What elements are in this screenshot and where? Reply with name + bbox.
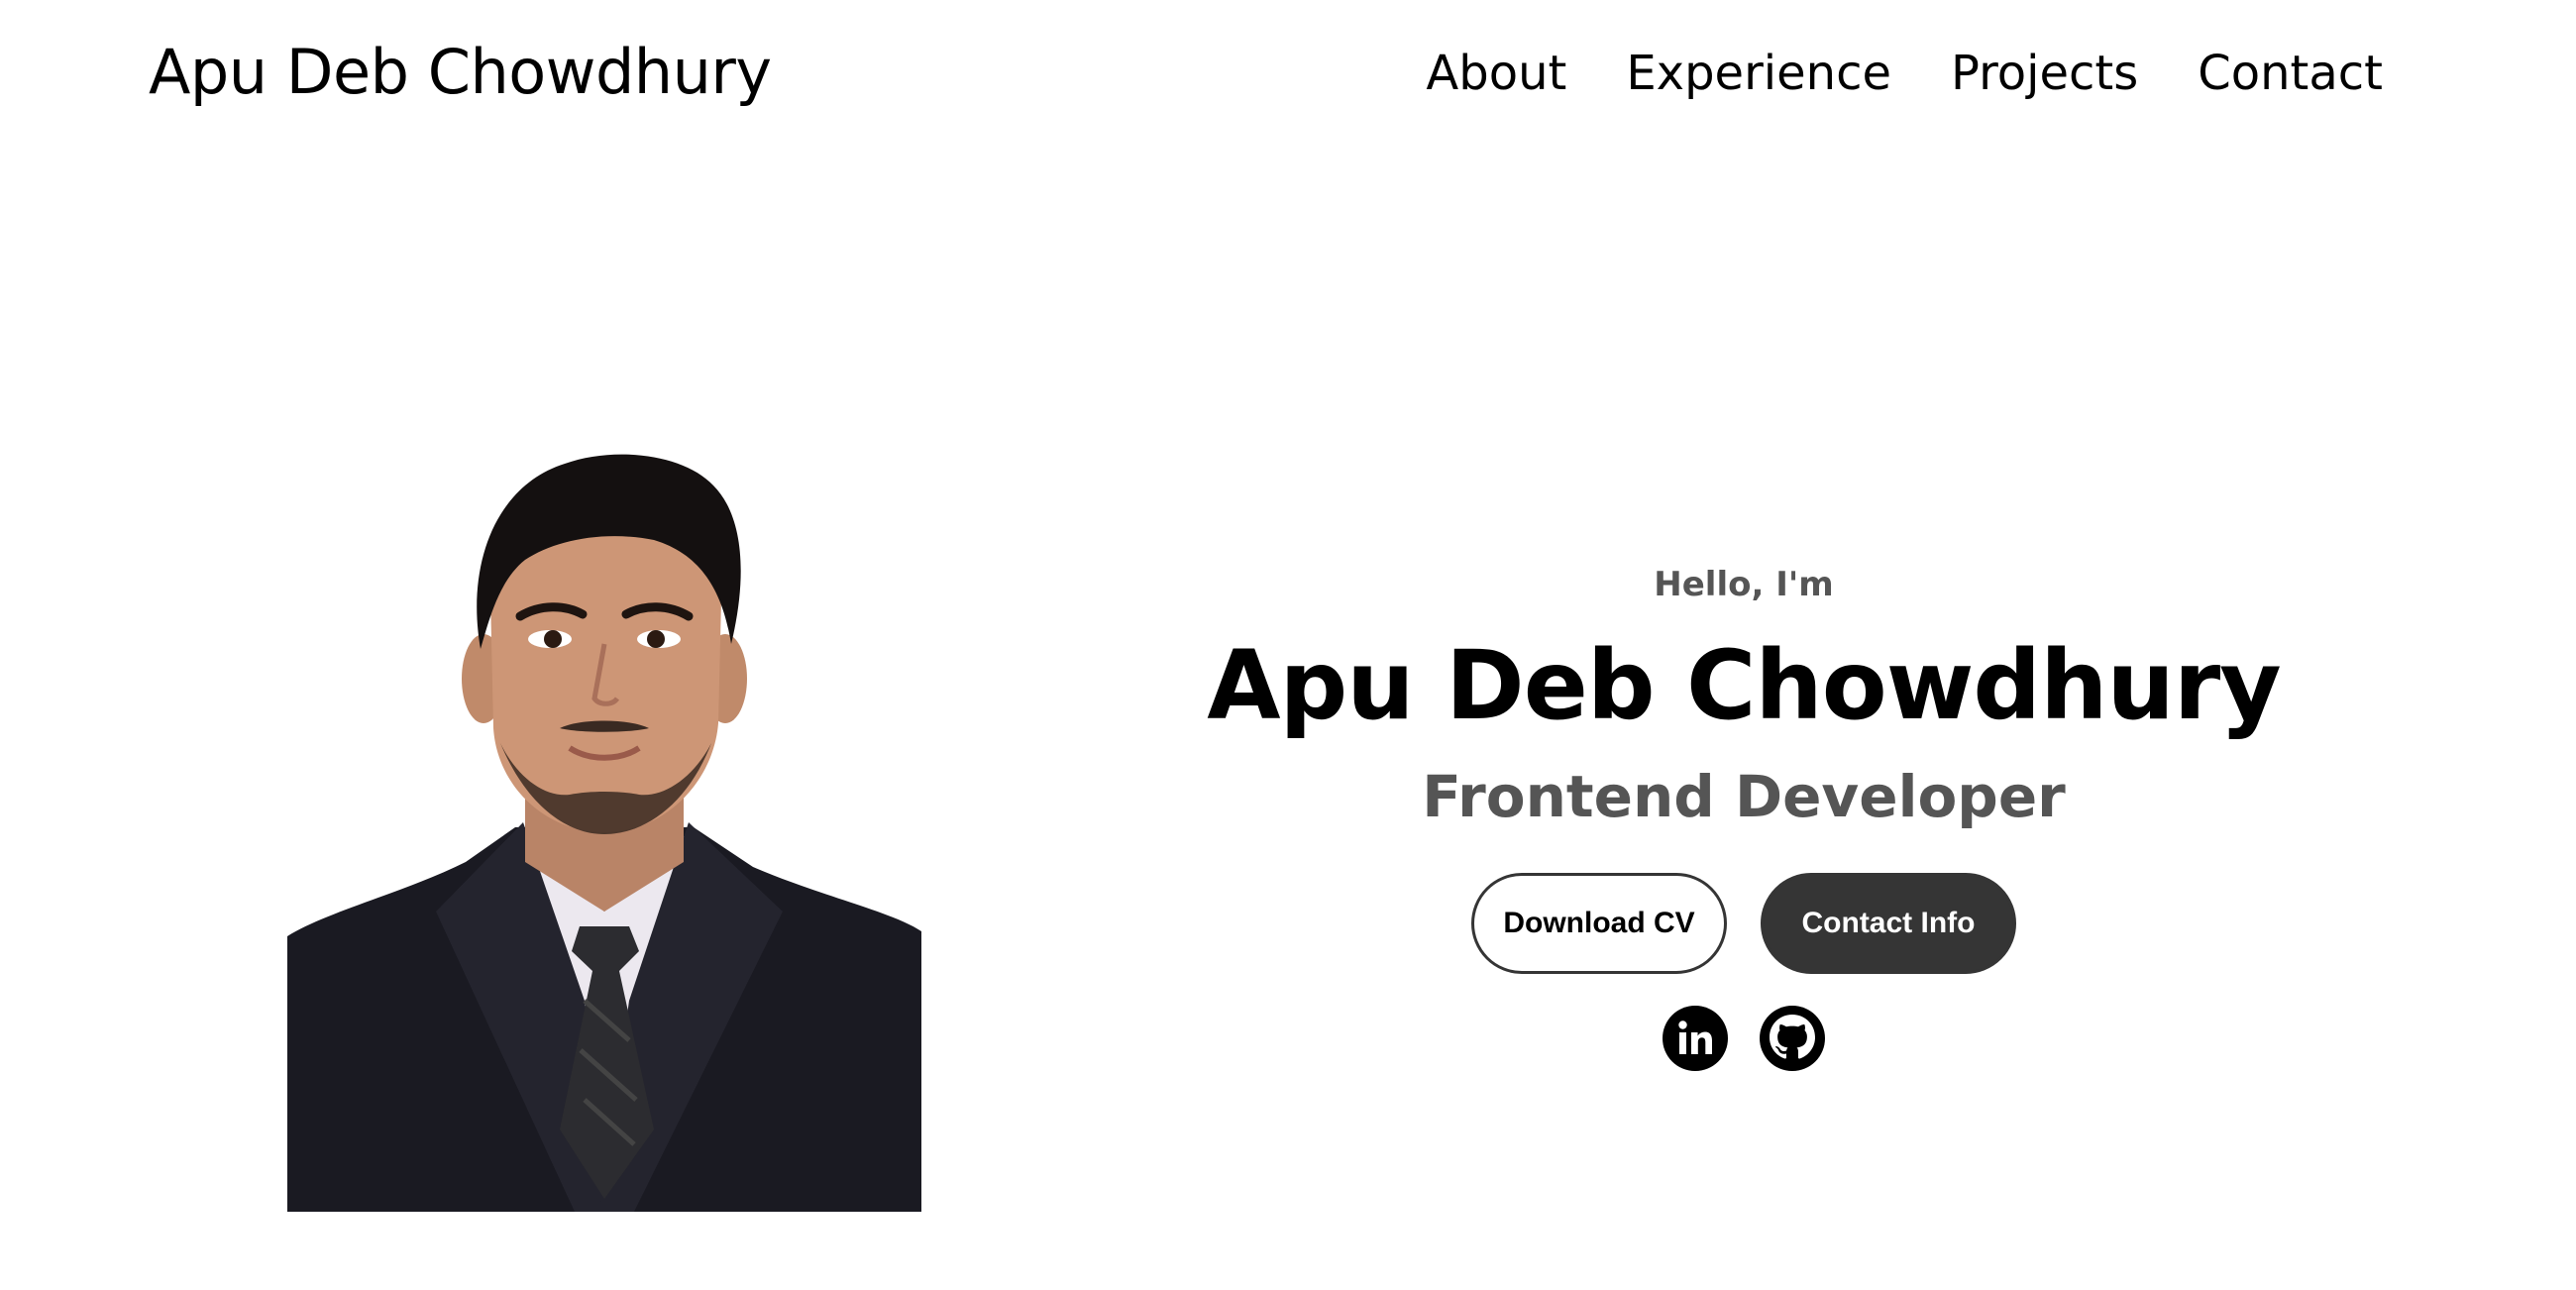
- linkedin-icon: [1663, 1006, 1728, 1071]
- profile-photo: [287, 446, 921, 1212]
- nav-item-experience: Experience: [1626, 46, 1891, 101]
- nav-link-projects[interactable]: Projects: [1951, 46, 2138, 101]
- github-link[interactable]: [1760, 1006, 1825, 1071]
- hero-section: Hello, I'm Apu Deb Chowdhury Frontend De…: [1159, 560, 2328, 1071]
- linkedin-link[interactable]: [1663, 1006, 1728, 1071]
- hero-buttons: Download CV Contact Info: [1159, 873, 2328, 974]
- nav-item-about: About: [1426, 46, 1566, 101]
- profile-photo-illustration: [287, 454, 921, 1212]
- hero-greeting: Hello, I'm: [1654, 565, 1834, 604]
- nav-item-projects: Projects: [1951, 46, 2138, 101]
- nav-list: About Experience Projects Contact: [1426, 46, 2383, 101]
- nav-link-contact[interactable]: Contact: [2198, 46, 2383, 101]
- hero-role: Frontend Developer: [1422, 763, 2066, 830]
- site-logo[interactable]: Apu Deb Chowdhury: [149, 36, 772, 108]
- nav-link-experience[interactable]: Experience: [1626, 46, 1891, 101]
- github-icon: [1760, 1006, 1825, 1071]
- hero-name: Apu Deb Chowdhury: [1207, 630, 2281, 741]
- contact-info-button[interactable]: Contact Info: [1761, 873, 2016, 974]
- nav-item-contact: Contact: [2198, 46, 2383, 101]
- download-cv-button[interactable]: Download CV: [1471, 873, 1727, 974]
- nav-link-about[interactable]: About: [1426, 46, 1566, 101]
- social-links: [1159, 1006, 2328, 1071]
